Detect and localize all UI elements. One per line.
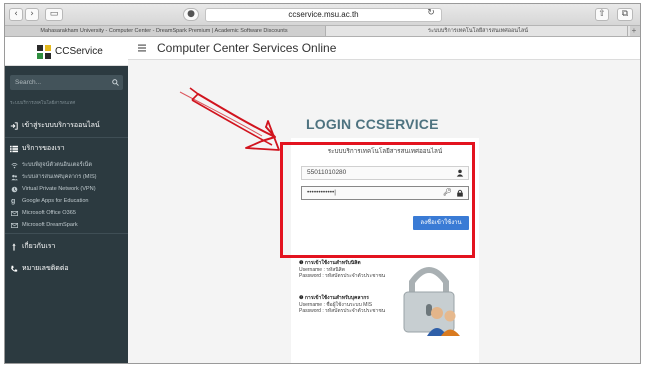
reload-icon[interactable]: ↻ bbox=[425, 8, 437, 21]
sidebar-item-label: ระบบพิสูจน์ตัวตนอินเตอร์เน็ต bbox=[22, 162, 93, 168]
tab-dreamspark[interactable]: Mahasarakham University - Computer Cente… bbox=[5, 26, 323, 36]
info-circle-icon: ❶ bbox=[299, 260, 304, 266]
sidebar-item-label: Microsoft DreamSpark bbox=[22, 222, 78, 228]
search-icon[interactable] bbox=[112, 79, 119, 86]
sidebar-item-about[interactable]: เกี่ยวกับเรา bbox=[5, 236, 128, 258]
search-input[interactable]: Search... bbox=[10, 75, 123, 90]
sidebar-item-login-label: เข้าสู่ระบบบริการออนไลน์ bbox=[22, 122, 100, 129]
staff-login-info: ❷ การเข้าใช้งานสำหรับบุคลากร Username : … bbox=[299, 295, 385, 315]
envelope-icon bbox=[11, 223, 18, 228]
info-circle-icon: ❷ bbox=[299, 295, 304, 301]
google-icon: g bbox=[11, 198, 16, 205]
student-heading: การเข้าใช้งานสำหรับนิสิต bbox=[304, 260, 361, 266]
privacy-icon[interactable]: ● bbox=[183, 8, 199, 21]
sign-in-icon bbox=[10, 122, 18, 130]
sidebar-item-label: Virtual Private Network (VPN) bbox=[22, 186, 96, 192]
main-header: Computer Center Services Online bbox=[128, 37, 640, 60]
staff-heading: การเข้าใช้งานสำหรับบุคลากร bbox=[304, 295, 369, 301]
sidebar-item-office365[interactable]: Microsoft Office O365 bbox=[5, 208, 128, 219]
menu-icon[interactable] bbox=[138, 44, 146, 52]
share-button[interactable]: ⇧ bbox=[595, 8, 609, 21]
staff-password-hint: Password : รหัสบัตรประจำตัวประชาชน bbox=[299, 308, 386, 314]
sidebar: CCService Search... ระบบบริการเทคโนโลยีส… bbox=[5, 37, 128, 363]
sidebar-item-label: Microsoft Office O365 bbox=[22, 210, 76, 216]
list-icon bbox=[10, 145, 18, 153]
sidebar-item-internet-auth[interactable]: ระบบพิสูจน์ตัวตนอินเตอร์เน็ต bbox=[5, 160, 128, 171]
sidebar-item-mis[interactable]: ระบบสารสนเทศบุคลากร (MIS) bbox=[5, 172, 128, 183]
login-highlight-box bbox=[280, 142, 475, 258]
padlock-users-illustration bbox=[403, 267, 460, 336]
url-text: ccservice.msu.ac.th bbox=[288, 10, 359, 19]
logo-text: CCService bbox=[55, 46, 103, 57]
student-login-info: ❶ การเข้าใช้งานสำหรับนิสิต Username : รห… bbox=[299, 260, 385, 280]
pin-icon bbox=[12, 243, 16, 251]
logo[interactable]: CCService bbox=[5, 37, 128, 66]
tabs-overview-button[interactable]: ⧉ bbox=[617, 8, 633, 21]
shield-icon bbox=[11, 186, 18, 193]
sidebar-item-label: Google Apps for Education bbox=[22, 198, 89, 204]
sidebar-item-label: ระบบสารสนเทศบุคลากร (MIS) bbox=[22, 174, 97, 180]
tab-bar: Mahasarakham University - Computer Cente… bbox=[5, 26, 640, 37]
sidebar-item-google-apps[interactable]: g Google Apps for Education bbox=[5, 196, 128, 207]
sidebar-item-dreamspark[interactable]: Microsoft DreamSpark bbox=[5, 220, 128, 231]
sidebar-item-login[interactable]: เข้าสู่ระบบบริการออนไลน์ bbox=[5, 115, 128, 137]
login-title: LOGIN CCSERVICE bbox=[306, 116, 439, 132]
users-icon bbox=[11, 174, 18, 181]
main-content: LOGIN CCSERVICE ระบบบริการเทคโนโลยีสารสน… bbox=[128, 60, 640, 363]
wifi-icon bbox=[11, 163, 18, 169]
sidebar-item-contact[interactable]: หมายเลขติดต่อ bbox=[5, 258, 128, 280]
search-placeholder: Search... bbox=[15, 79, 42, 86]
sidebar-item-vpn[interactable]: Virtual Private Network (VPN) bbox=[5, 184, 128, 195]
sidebar-toggle-button[interactable]: ▭ bbox=[45, 8, 63, 21]
sidebar-item-contact-label: หมายเลขติดต่อ bbox=[22, 265, 69, 272]
browser-toolbar: ‹ › ▭ ● ccservice.msu.ac.th ↻ ⇧ ⧉ bbox=[5, 4, 640, 26]
new-tab-button[interactable]: + bbox=[627, 26, 640, 36]
sidebar-caption: ระบบบริการเทคโนโลยีสารสนเทศ bbox=[10, 100, 76, 105]
ccservice-logo-icon bbox=[37, 45, 51, 59]
divider bbox=[5, 233, 128, 234]
envelope-icon bbox=[11, 211, 18, 216]
browser-window: ‹ › ▭ ● ccservice.msu.ac.th ↻ ⇧ ⧉ Mahasa… bbox=[4, 3, 641, 364]
phone-icon bbox=[11, 265, 18, 272]
page-title: Computer Center Services Online bbox=[157, 41, 337, 55]
tab-ccservice[interactable]: ระบบบริการเทคโนโลยีสารสนเทศออนไลน์ bbox=[325, 26, 630, 36]
forward-button[interactable]: › bbox=[25, 8, 39, 21]
address-bar[interactable]: ccservice.msu.ac.th bbox=[205, 8, 442, 22]
sidebar-header-services-label: บริการของเรา bbox=[22, 145, 65, 152]
student-password-hint: Password : รหัสบัตรประจำตัวประชาชน bbox=[299, 273, 386, 279]
sidebar-header-services[interactable]: บริการของเรา bbox=[5, 138, 128, 160]
back-button[interactable]: ‹ bbox=[9, 8, 23, 21]
sidebar-item-about-label: เกี่ยวกับเรา bbox=[22, 243, 56, 250]
